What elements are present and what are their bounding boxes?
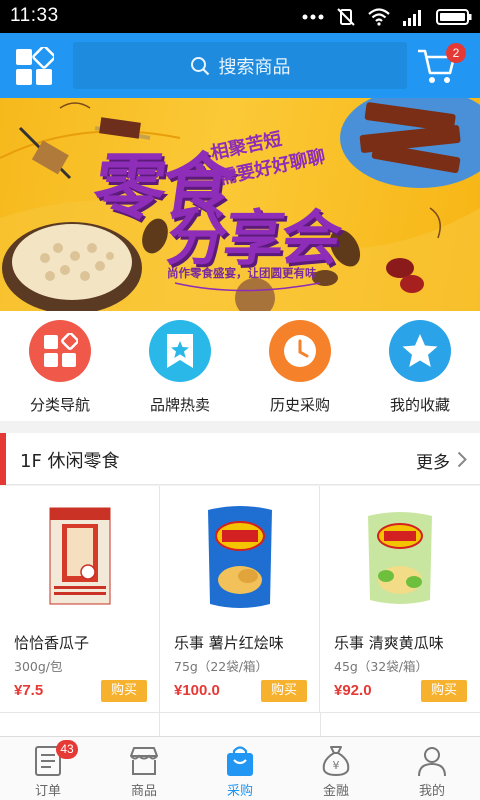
section-more-link[interactable]: 更多: [416, 448, 450, 473]
shopping-bag-icon: [227, 746, 253, 776]
tab-label: 金融: [322, 784, 349, 799]
section-title: 1F 休闲零食: [20, 451, 120, 472]
product-name: 乐事 清爽黄瓜味: [334, 634, 444, 652]
quick-nav-history[interactable]: 历史采购: [240, 311, 360, 421]
tab-finance[interactable]: ¥ 金融: [288, 737, 384, 800]
product-grid-next-row: [0, 712, 480, 736]
bottom-tab-bar: 43 订单 商品 采购 ¥ 金融 我的: [0, 736, 480, 800]
wifi-icon: [368, 8, 390, 26]
status-time: 11:33: [10, 5, 59, 26]
more-dots-icon: [302, 14, 324, 20]
section-accent-bar: [0, 433, 6, 485]
product-price: ¥100.0: [174, 682, 220, 699]
quick-nav-brand[interactable]: 品牌热卖: [120, 311, 240, 421]
tab-purchase[interactable]: 采购: [192, 737, 288, 800]
buy-button[interactable]: 购买: [261, 680, 307, 702]
top-bar: 搜索商品 2: [0, 33, 480, 98]
clock-icon: [269, 320, 331, 382]
status-bar: 11:33: [0, 0, 480, 33]
chevron-right-icon[interactable]: [457, 451, 467, 468]
search-placeholder: 搜索商品: [218, 56, 291, 78]
cart-count-badge: 2: [446, 43, 466, 63]
product-card-partial[interactable]: [0, 713, 161, 736]
tab-orders[interactable]: 43 订单: [0, 737, 96, 800]
star-icon: [389, 320, 451, 382]
product-price: ¥92.0: [334, 682, 372, 699]
product-name: 恰恰香瓜子: [14, 634, 90, 652]
search-bar[interactable]: 搜索商品: [73, 42, 407, 89]
tab-products[interactable]: 商品: [96, 737, 192, 800]
orders-badge: 43: [56, 740, 78, 759]
product-spec: 45g（32袋/箱）: [334, 659, 428, 674]
buy-button[interactable]: 购买: [421, 680, 467, 702]
signal-icon: [403, 10, 421, 26]
product-spec: 75g（22袋/箱）: [174, 659, 268, 674]
quick-nav-label: 我的收藏: [389, 396, 450, 414]
shop-icon: [130, 747, 158, 775]
product-card[interactable]: 恰恰香瓜子 300g/包 ¥7.5 购买: [0, 486, 160, 712]
money-bag-icon: ¥: [322, 746, 350, 777]
promo-banner[interactable]: 零食 分享会 相聚苦短 需要好好聊聊 尚作零食盛宴，让团圆更有味: [0, 98, 480, 311]
product-card-partial[interactable]: [160, 713, 321, 736]
quick-nav-label: 分类导航: [29, 396, 90, 414]
tab-label: 订单: [34, 784, 61, 799]
quick-nav: 分类导航 品牌热卖 历史采购 我的收藏: [0, 311, 480, 421]
product-image-sunflower-seeds: [49, 507, 111, 605]
tab-profile[interactable]: 我的: [384, 737, 480, 800]
product-image-lays-cucumber: [368, 512, 432, 604]
vibrate-off-icon: [337, 8, 355, 26]
quick-nav-category[interactable]: 分类导航: [0, 311, 120, 421]
banner-subtitle: 尚作零食盛宴，让团圆更有味: [167, 266, 317, 280]
product-image-lays-red: [208, 506, 272, 608]
banner-title-line2: 分享会: [162, 204, 344, 274]
tab-label: 商品: [130, 784, 157, 799]
svg-text:¥: ¥: [333, 759, 340, 772]
user-icon: [418, 747, 446, 777]
quick-nav-favorites[interactable]: 我的收藏: [360, 311, 480, 421]
product-price: ¥7.5: [14, 682, 44, 699]
category-grid-icon: [16, 45, 56, 85]
buy-button[interactable]: 购买: [101, 680, 147, 702]
product-name: 乐事 薯片红烩味: [174, 634, 284, 652]
product-card[interactable]: 乐事 清爽黄瓜味 45g（32袋/箱） ¥92.0 购买: [320, 486, 480, 712]
product-card[interactable]: 乐事 薯片红烩味 75g（22袋/箱） ¥100.0 购买: [160, 486, 320, 712]
quick-nav-label: 品牌热卖: [149, 396, 210, 414]
tab-label: 我的: [418, 784, 445, 799]
product-spec: 300g/包: [14, 659, 63, 674]
tab-label: 采购: [226, 784, 253, 799]
category-menu-button[interactable]: [14, 45, 56, 87]
quick-nav-label: 历史采购: [269, 396, 330, 414]
brand-ribbon-icon: [149, 320, 211, 382]
status-icons: [302, 7, 472, 27]
search-icon: [190, 56, 209, 75]
category-icon: [29, 320, 91, 382]
battery-icon: [436, 9, 472, 25]
product-grid: 恰恰香瓜子 300g/包 ¥7.5 购买 乐事 薯片红烩味 75g（22袋/箱）…: [0, 486, 480, 712]
product-card-partial[interactable]: [321, 713, 480, 736]
section-header: 1F 休闲零食 更多: [0, 433, 480, 485]
